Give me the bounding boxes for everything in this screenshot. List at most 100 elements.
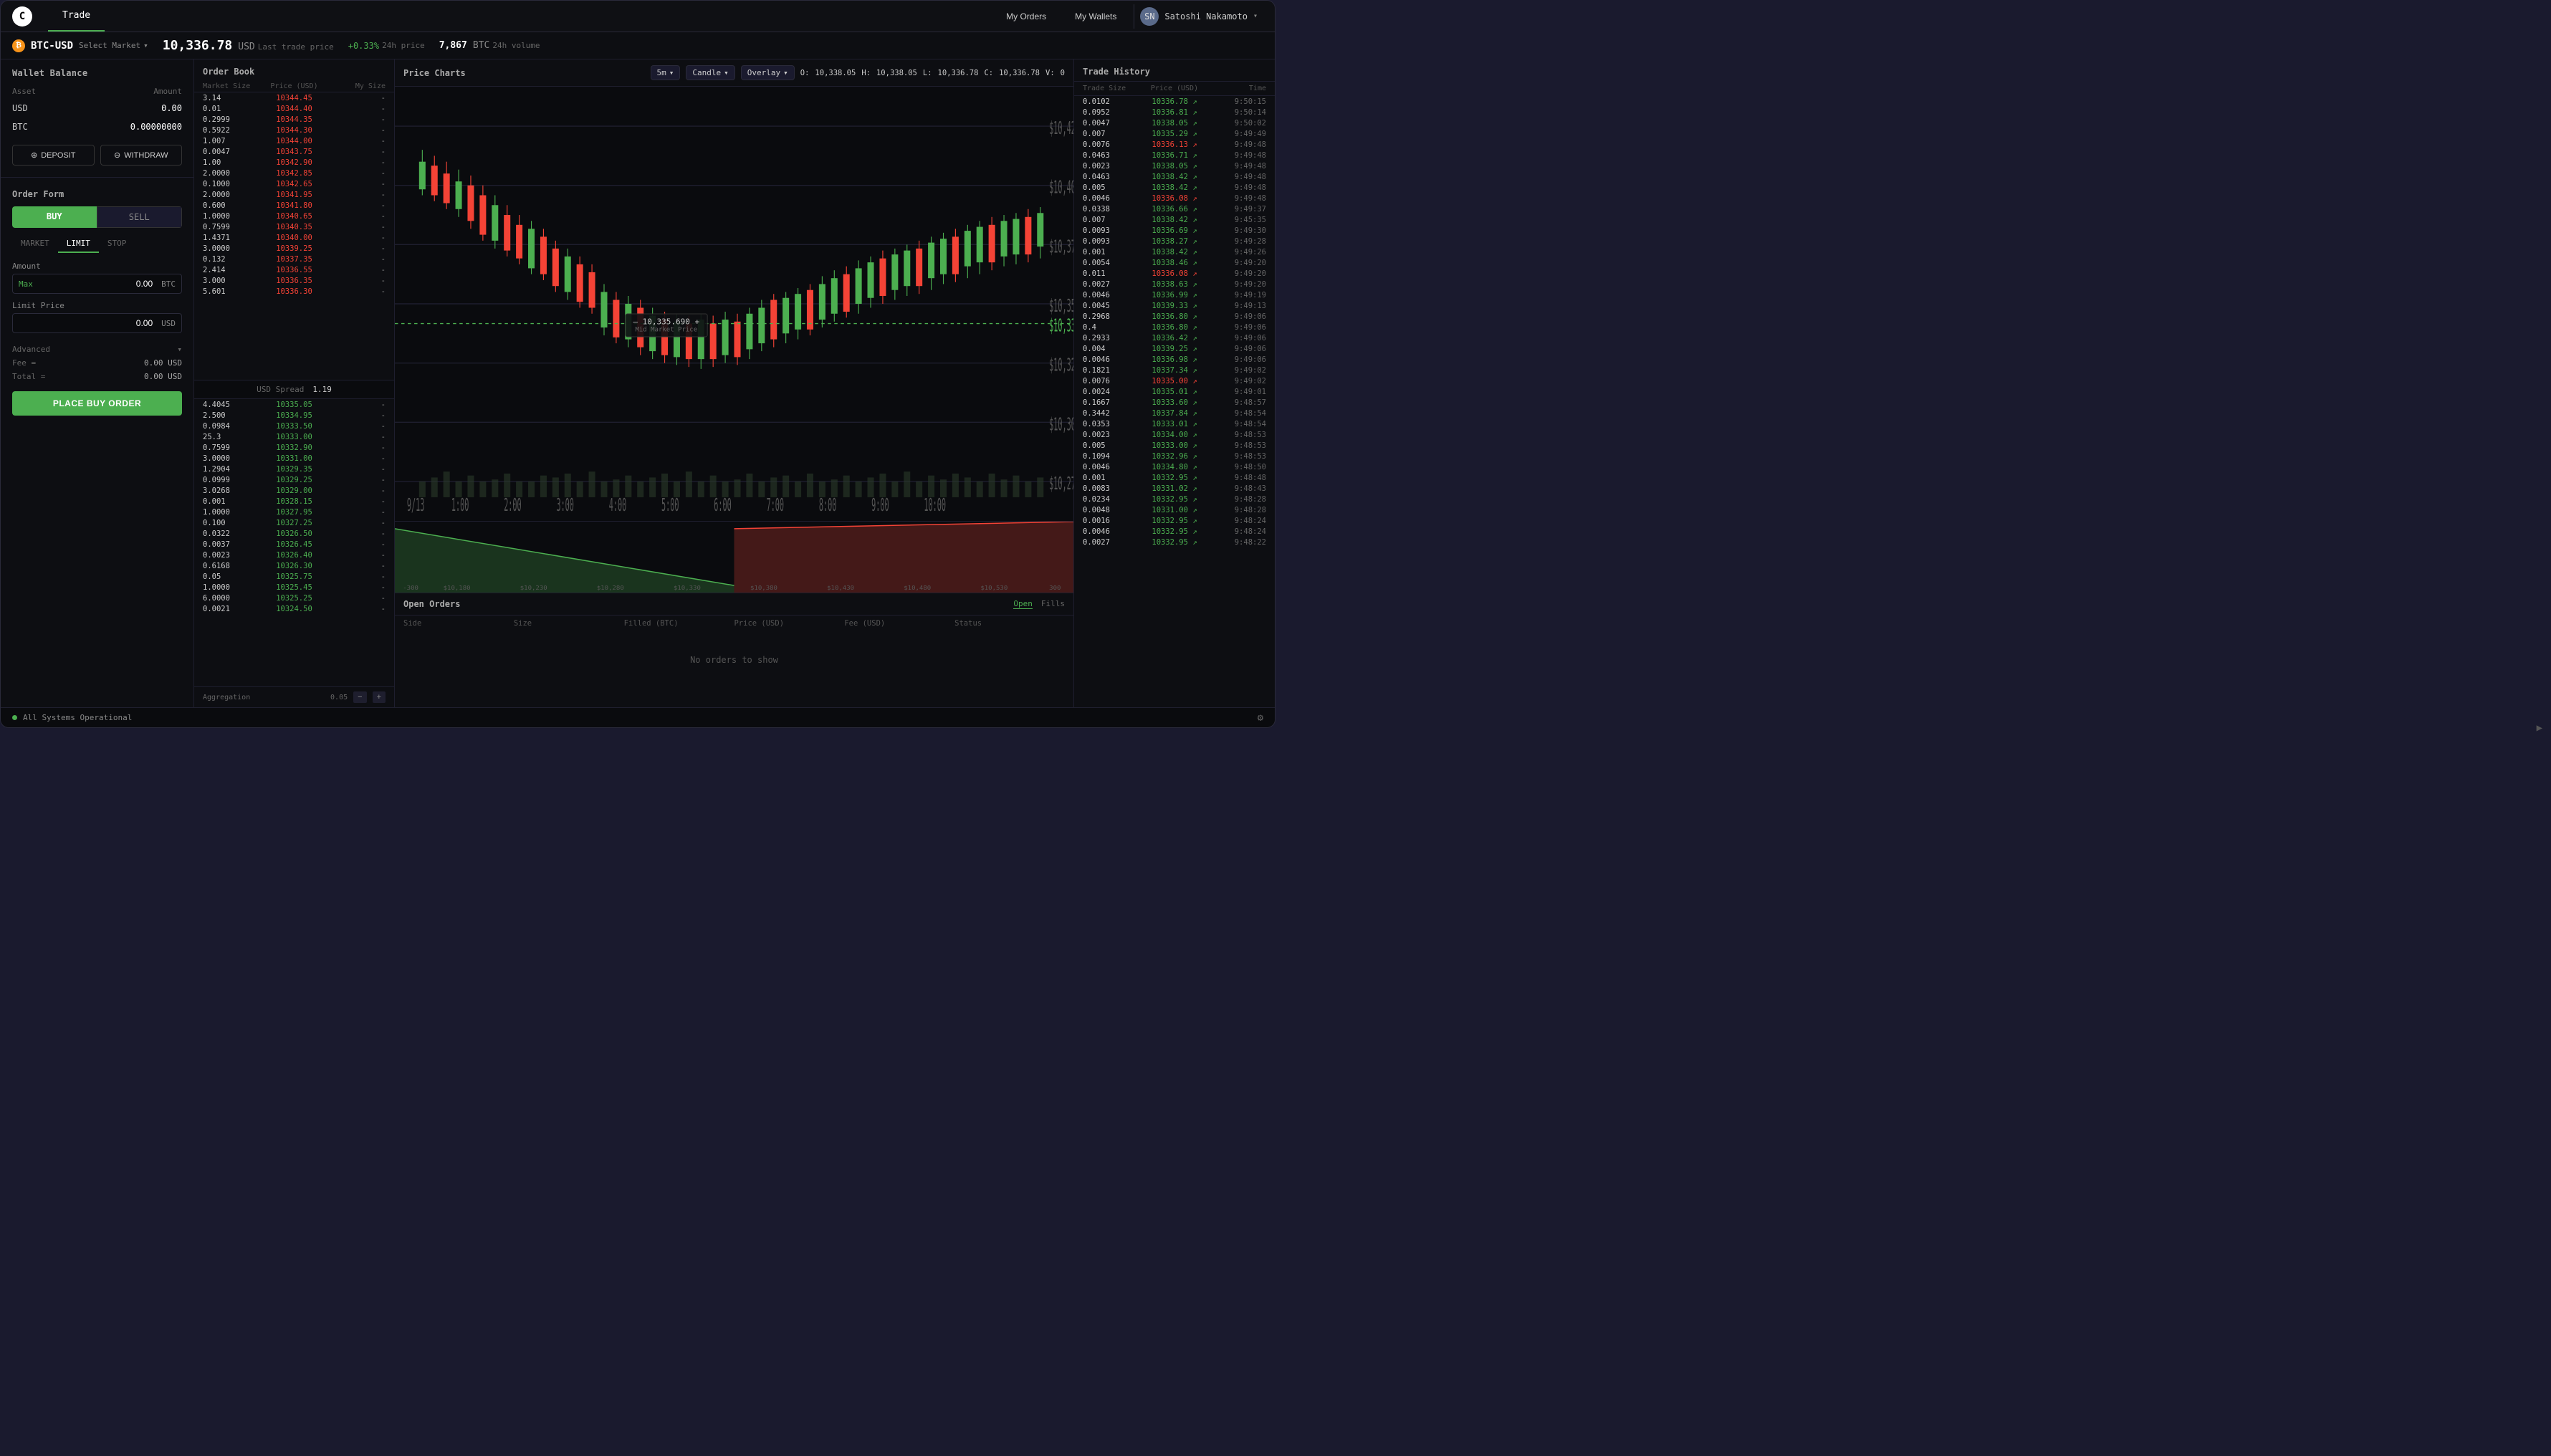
th-price: 10336.08 ↗	[1144, 194, 1205, 203]
order-book-sell-row[interactable]: 1.0010342.90-	[194, 157, 394, 168]
max-prefix[interactable]: Max	[13, 275, 39, 293]
amount-input[interactable]	[39, 274, 155, 293]
trade-history-columns: Trade Size Price (USD) Time	[1074, 82, 1275, 96]
order-book-sell-row[interactable]: 0.60010341.80-	[194, 200, 394, 211]
ob-size: 0.0047	[203, 148, 264, 156]
trade-history-row: 0.004610334.80 ↗9:48:50	[1074, 461, 1275, 472]
ob-price: 10325.25	[264, 594, 325, 603]
fills-tab[interactable]: Fills	[1041, 599, 1065, 609]
ob-price: 10344.45	[264, 94, 325, 102]
th-price: 10336.71 ↗	[1144, 151, 1205, 160]
ob-price: 10337.35	[264, 255, 325, 264]
trade-history-rows: 0.010210336.78 ↗9:50:150.095210336.81 ↗9…	[1074, 96, 1275, 707]
order-book-buy-row[interactable]: 6.000010325.25-	[194, 593, 394, 603]
th-time: 9:49:49	[1205, 130, 1266, 138]
app-logo[interactable]: C	[12, 6, 32, 27]
order-book-buy-row[interactable]: 1.290410329.35-	[194, 464, 394, 474]
order-book-buy-row[interactable]: 1.000010325.45-	[194, 582, 394, 593]
order-book-buy-row[interactable]: 0.00110328.15-	[194, 496, 394, 507]
order-book-buy-row[interactable]: 0.032210326.50-	[194, 528, 394, 539]
sell-tab[interactable]: SELL	[97, 206, 183, 228]
market-tab[interactable]: MARKET	[12, 235, 58, 253]
order-book-sell-row[interactable]: 0.004710343.75-	[194, 146, 394, 157]
order-book-sell-row[interactable]: 0.13210337.35-	[194, 254, 394, 264]
ob-size: 2.0000	[203, 191, 264, 199]
trade-tab[interactable]: Trade	[48, 1, 105, 32]
th-price: 10338.42 ↗	[1144, 216, 1205, 224]
order-book-sell-row[interactable]: 3.1410344.45-	[194, 92, 394, 103]
depth-chart[interactable]: -300 300 $10,180 $10,230 $10,280 $10,330…	[395, 521, 1073, 593]
order-book-sell-row[interactable]: 5.60110336.30-	[194, 286, 394, 297]
order-book-buy-row[interactable]: 0.616810326.30-	[194, 560, 394, 571]
aggregation-decrease-button[interactable]: −	[353, 691, 366, 703]
th-price: 10338.05 ↗	[1144, 162, 1205, 171]
deposit-button[interactable]: ⊕ DEPOSIT	[12, 145, 95, 166]
order-book-buy-row[interactable]: 3.026810329.00-	[194, 485, 394, 496]
order-book-buy-row[interactable]: 3.000010331.00-	[194, 453, 394, 464]
limit-tab[interactable]: LIMIT	[58, 235, 99, 253]
trade-history-row: 0.046310336.71 ↗9:49:48	[1074, 150, 1275, 161]
order-book-buy-row[interactable]: 0.10010327.25-	[194, 517, 394, 528]
th-size: 0.1667	[1083, 398, 1144, 407]
order-book-sell-row[interactable]: 0.592210344.30-	[194, 125, 394, 135]
price-change-label: 24h price	[382, 41, 425, 50]
price-chart-area[interactable]: $10,425 $10,400 $10,375 $10,350 $10,336.…	[395, 87, 1073, 521]
chevron-down-icon: ▾	[1253, 12, 1258, 20]
withdraw-button[interactable]: ⊖ WITHDRAW	[100, 145, 183, 166]
order-book-buy-row[interactable]: 25.310333.00-	[194, 431, 394, 442]
th-time: 9:48:22	[1205, 538, 1266, 547]
order-book-sell-row[interactable]: 2.000010342.85-	[194, 168, 394, 178]
svg-text:4:00: 4:00	[609, 495, 626, 516]
timeframe-dropdown[interactable]: 5m ▾	[651, 65, 681, 80]
ob-size: 6.0000	[203, 594, 264, 603]
aggregation-value: 0.05	[330, 694, 348, 701]
order-book-sell-row[interactable]: 0.100010342.65-	[194, 178, 394, 189]
stop-tab[interactable]: STOP	[99, 235, 135, 253]
overlay-dropdown[interactable]: Overlay ▾	[741, 65, 795, 80]
th-price: 10336.98 ↗	[1144, 355, 1205, 364]
order-book-sell-row[interactable]: 1.000010340.65-	[194, 211, 394, 221]
select-market-dropdown[interactable]: Select Market ▾	[79, 41, 148, 50]
order-book-buy-row[interactable]: 0.003710326.45-	[194, 539, 394, 550]
settings-icon[interactable]: ⚙	[1258, 712, 1263, 724]
th-size: 0.011	[1083, 269, 1144, 278]
th-time: 9:49:20	[1205, 269, 1266, 278]
order-book-sell-row[interactable]: 0.759910340.35-	[194, 221, 394, 232]
order-book-buy-row[interactable]: 0.098410333.50-	[194, 421, 394, 431]
order-form-section: Order Form BUY SELL MARKET LIMIT STOP Am…	[1, 181, 193, 707]
order-book-buy-row[interactable]: 0.002310326.40-	[194, 550, 394, 560]
order-book-sell-row[interactable]: 2.41410336.55-	[194, 264, 394, 275]
order-book-buy-row[interactable]: 2.50010334.95-	[194, 410, 394, 421]
advanced-toggle[interactable]: Advanced ▾	[12, 340, 182, 358]
order-book-sell-row[interactable]: 1.437110340.00-	[194, 232, 394, 243]
order-book-buy-row[interactable]: 1.000010327.95-	[194, 507, 394, 517]
order-book-sell-row[interactable]: 1.00710344.00-	[194, 135, 394, 146]
spread-label: USD Spread	[257, 385, 304, 394]
trade-history-row: 0.023410332.95 ↗9:48:28	[1074, 494, 1275, 504]
ob-mysize: -	[325, 583, 386, 592]
order-book-buy-row[interactable]: 0.0510325.75-	[194, 571, 394, 582]
my-orders-button[interactable]: My Orders	[995, 7, 1058, 26]
order-book-buy-rows: 4.404510335.05-2.50010334.95-0.098410333…	[194, 399, 394, 686]
my-wallets-button[interactable]: My Wallets	[1063, 7, 1128, 26]
ob-mysize: -	[325, 115, 386, 124]
wallet-balance-title: Wallet Balance	[1, 59, 193, 84]
svg-text:8:00: 8:00	[819, 495, 836, 516]
order-book-sell-row[interactable]: 0.0110344.40-	[194, 103, 394, 114]
order-book-buy-row[interactable]: 0.099910329.25-	[194, 474, 394, 485]
limit-price-input[interactable]	[13, 314, 155, 332]
order-book-buy-row[interactable]: 4.404510335.05-	[194, 399, 394, 410]
order-book-buy-row[interactable]: 0.759910332.90-	[194, 442, 394, 453]
order-book-sell-row[interactable]: 3.00010336.35-	[194, 275, 394, 286]
order-book-sell-row[interactable]: 3.000010339.25-	[194, 243, 394, 254]
buy-tab[interactable]: BUY	[12, 206, 97, 228]
chart-type-dropdown[interactable]: Candle ▾	[686, 65, 734, 80]
order-book-sell-row[interactable]: 2.000010341.95-	[194, 189, 394, 200]
open-orders-section: Open Orders Open Fills Side Size Filled …	[395, 593, 1073, 707]
aggregation-increase-button[interactable]: +	[373, 691, 386, 703]
status-text: All Systems Operational	[23, 713, 132, 722]
place-order-button[interactable]: PLACE BUY ORDER	[12, 391, 182, 416]
order-book-sell-row[interactable]: 0.299910344.35-	[194, 114, 394, 125]
order-book-buy-row[interactable]: 0.002110324.50-	[194, 603, 394, 614]
open-tab[interactable]: Open	[1013, 599, 1033, 609]
